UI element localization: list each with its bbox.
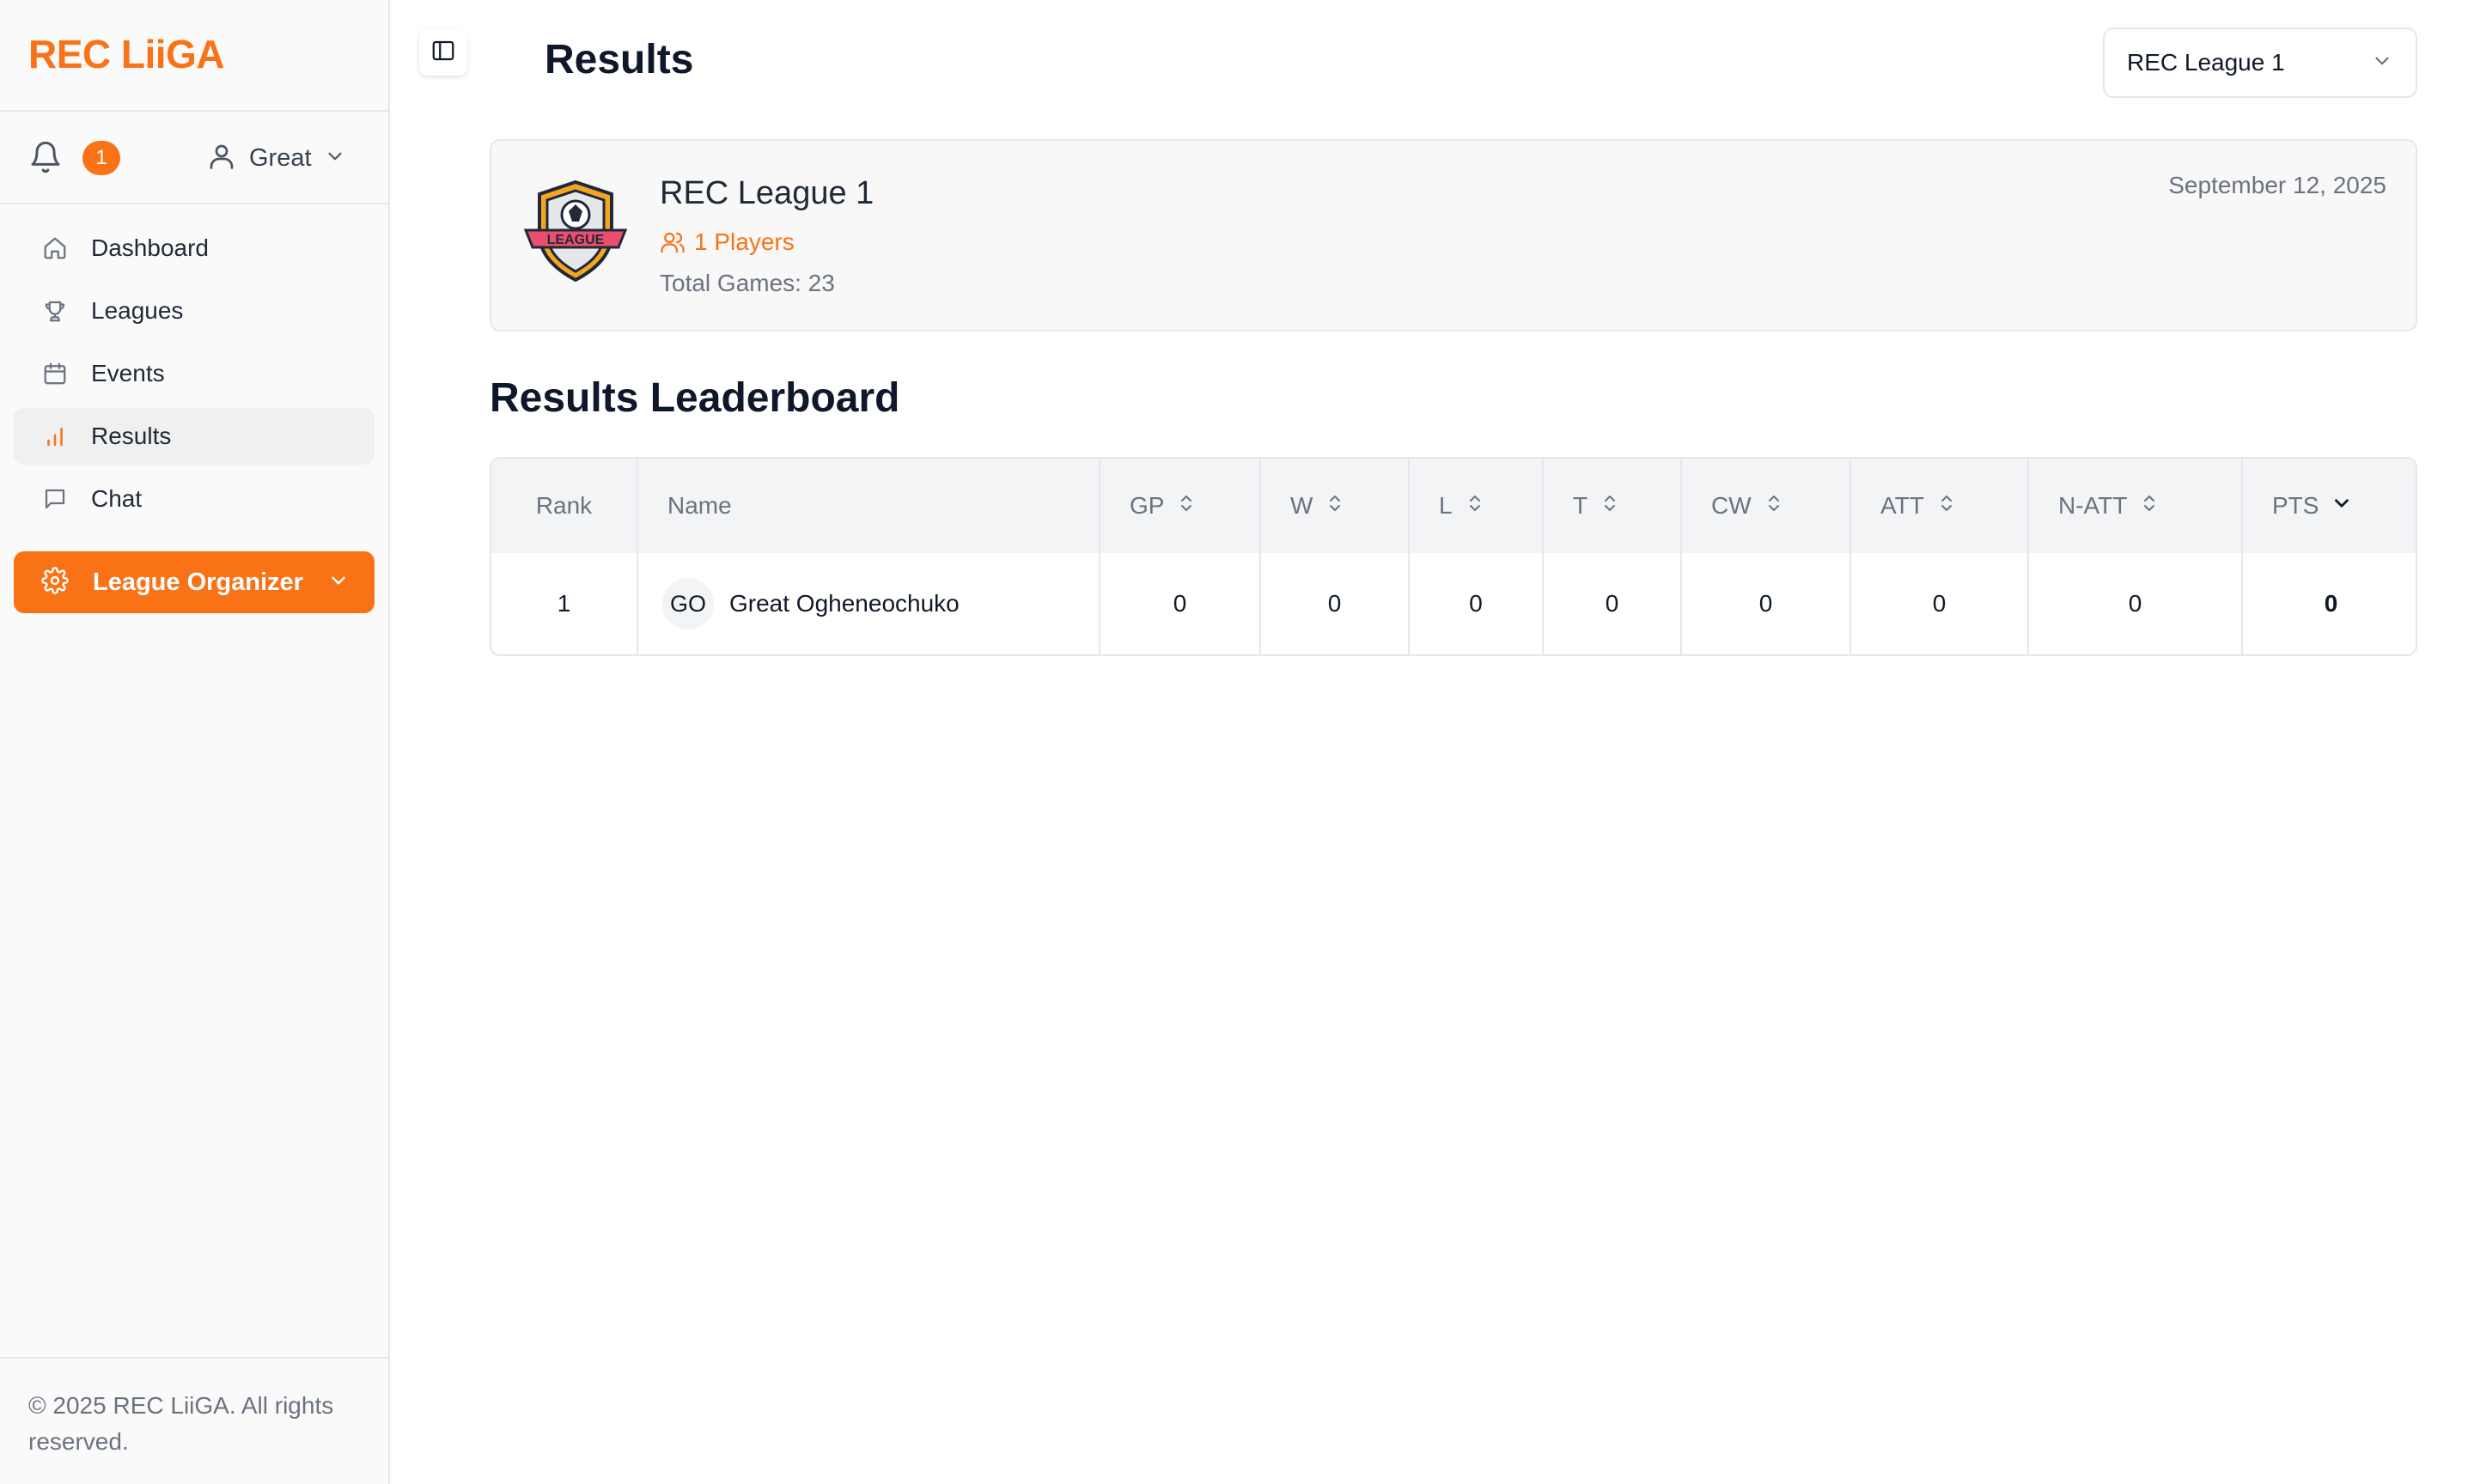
gear-icon (41, 566, 69, 599)
sidebar-item-results[interactable]: Results (14, 408, 375, 465)
players-count-label: 1 Players (694, 228, 795, 255)
bell-icon[interactable] (28, 140, 63, 174)
sidebar-item-label: Leagues (91, 297, 184, 324)
home-icon (41, 234, 69, 262)
panel-left-icon (430, 38, 456, 68)
leaderboard-title: Results Leaderboard (490, 375, 900, 421)
sort-icon (1465, 492, 1485, 520)
sort-icon (1600, 492, 1620, 520)
sort-icon (1764, 492, 1784, 520)
sort-icon (1325, 492, 1345, 520)
league-name: REC League 1 (660, 175, 874, 211)
user-menu-button[interactable]: Great (206, 136, 346, 180)
league-card: LEAGUE REC League 1 1 Players Total Game… (490, 139, 2417, 331)
league-logo-text: LEAGUE (547, 233, 605, 247)
chevron-down-icon (324, 145, 346, 172)
trophy-icon (41, 297, 69, 325)
cell-gp: 0 (1100, 553, 1261, 654)
sidebar-item-chat[interactable]: Chat (14, 471, 375, 527)
league-organizer-button[interactable]: League Organizer (14, 551, 375, 613)
bar-chart-icon (41, 423, 69, 450)
league-logo: LEAGUE (522, 177, 629, 283)
column-l[interactable]: L (1409, 459, 1544, 553)
sidebar-footer: © 2025 REC LiiGA. All rights reserved. (0, 1357, 388, 1484)
notification-badge[interactable]: 1 (82, 141, 120, 175)
cell-l: 0 (1409, 553, 1544, 654)
cell-w: 0 (1260, 553, 1410, 654)
chevron-down-icon (2371, 50, 2393, 76)
page-title: Results (545, 37, 694, 82)
cell-pts: 0 (2324, 590, 2338, 617)
sidebar-item-label: Results (91, 423, 172, 449)
total-games: Total Games: 23 (660, 270, 835, 296)
column-att[interactable]: ATT (1850, 459, 2029, 553)
sidebar-item-label: Dashboard (91, 234, 209, 261)
sidebar-item-dashboard[interactable]: Dashboard (14, 220, 375, 277)
table-row[interactable]: 1 GO Great Ogheneochuko 0 0 0 0 0 0 0 0 (491, 553, 2416, 654)
leaderboard-table: Rank Name GP W L T CW ATT N-ATT PTS 1 GO… (490, 457, 2417, 656)
column-name: Name (637, 459, 1100, 553)
column-rank: Rank (491, 459, 638, 553)
sidebar-nav: Dashboard Leagues Events Results Chat (0, 204, 388, 527)
league-date: September 12, 2025 (2168, 172, 2386, 198)
chevron-down-icon (2331, 492, 2353, 520)
league-select[interactable]: REC League 1 (2103, 27, 2417, 98)
cell-n-att: 0 (2028, 553, 2243, 654)
table-header-row: Rank Name GP W L T CW ATT N-ATT PTS (491, 459, 2416, 553)
league-select-value: REC League 1 (2127, 49, 2285, 76)
sort-icon (2139, 492, 2160, 520)
cell-rank: 1 (491, 553, 638, 654)
sort-icon (1936, 492, 1957, 520)
player-name[interactable]: Great Ogheneochuko (729, 590, 960, 617)
column-n-att[interactable]: N-ATT (2028, 459, 2243, 553)
column-cw[interactable]: CW (1681, 459, 1851, 553)
sidebar-toggle-button[interactable] (419, 29, 467, 76)
cell-name: GO Great Ogheneochuko (637, 553, 1100, 654)
players-count: 1 Players (660, 228, 795, 256)
sidebar-item-leagues[interactable]: Leagues (14, 283, 375, 339)
user-bar: 1 Great (0, 112, 388, 204)
user-name: Great (249, 143, 312, 172)
user-icon (206, 141, 237, 176)
column-pts[interactable]: PTS (2242, 459, 2416, 553)
chevron-down-icon (327, 569, 350, 596)
cell-t: 0 (1543, 553, 1682, 654)
calendar-icon (41, 360, 69, 387)
column-gp[interactable]: GP (1100, 459, 1261, 553)
sidebar-item-label: Chat (91, 485, 143, 512)
league-organizer-label: League Organizer (93, 568, 303, 596)
brand: REC LiiGA (0, 0, 388, 112)
cell-att: 0 (1850, 553, 2029, 654)
users-icon (660, 229, 686, 255)
column-t[interactable]: T (1543, 459, 1682, 553)
message-icon (41, 485, 69, 513)
sort-icon (1176, 492, 1197, 520)
cell-cw: 0 (1681, 553, 1851, 654)
sidebar-item-label: Events (91, 360, 165, 386)
avatar: GO (662, 578, 714, 629)
brand-logo-text[interactable]: REC LiiGA (28, 32, 225, 76)
sidebar: REC LiiGA 1 Great Dashboard Leagues Even… (0, 0, 390, 1484)
sidebar-item-events[interactable]: Events (14, 345, 375, 402)
column-w[interactable]: W (1260, 459, 1410, 553)
